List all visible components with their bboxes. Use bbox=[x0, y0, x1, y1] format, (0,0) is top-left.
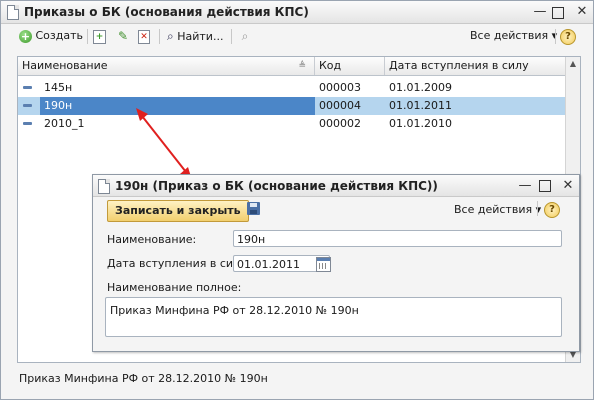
create-button[interactable]: + Создать bbox=[19, 27, 83, 45]
calendar-icon[interactable] bbox=[316, 257, 331, 272]
toolbar-separator bbox=[537, 201, 538, 216]
item-marker-icon bbox=[23, 122, 32, 125]
sort-icon: ≜ bbox=[298, 61, 306, 71]
copy-icon[interactable]: + bbox=[93, 30, 106, 44]
close-icon[interactable]: ✕ bbox=[560, 178, 576, 194]
item-marker-icon bbox=[23, 104, 32, 107]
cell-date: 01.01.2009 bbox=[389, 81, 452, 94]
cell-name: 190н bbox=[40, 97, 315, 115]
name-label: Наименование: bbox=[107, 233, 197, 246]
find-button-label: Найти... bbox=[177, 30, 224, 43]
delete-icon[interactable]: ✕ bbox=[138, 30, 150, 44]
save-and-close-button[interactable]: Записать и закрыть bbox=[107, 200, 249, 222]
help-icon: ? bbox=[544, 202, 560, 218]
cancel-search-icon[interactable]: ⌕ bbox=[237, 28, 253, 44]
help-button[interactable]: ? bbox=[544, 202, 560, 218]
column-header-name[interactable]: Наименование ≜ bbox=[18, 57, 315, 75]
column-header-date[interactable]: Дата вступления в силу bbox=[385, 57, 566, 75]
minimize-icon[interactable]: — bbox=[517, 178, 533, 194]
minimize-icon[interactable]: — bbox=[532, 4, 548, 20]
name-field[interactable]: 190н bbox=[233, 230, 562, 247]
toolbar-separator bbox=[231, 29, 232, 44]
full-name-field[interactable]: Приказ Минфина РФ от 28.12.2010 № 190н bbox=[105, 297, 562, 337]
cell-code: 000002 bbox=[319, 117, 361, 130]
all-actions-label: Все действия ▾ bbox=[470, 29, 558, 42]
all-actions-button[interactable]: Все действия ▾ bbox=[470, 27, 557, 45]
toolbar: + Создать + ✎ ✕ ⌕ Найти... ⌕ Все действи… bbox=[1, 24, 593, 48]
maximize-icon[interactable] bbox=[552, 7, 564, 19]
table-row[interactable]: 2010_1 000002 01.01.2010 bbox=[18, 115, 566, 133]
cell-name: 145н bbox=[44, 81, 73, 94]
cell-code: 000003 bbox=[319, 81, 361, 94]
add-icon: + bbox=[19, 29, 32, 43]
column-header-code[interactable]: Код bbox=[315, 57, 385, 75]
full-name-label: Наименование полное: bbox=[107, 281, 242, 294]
dialog-title: 190н (Приказ о БК (основание действия КП… bbox=[115, 179, 438, 193]
table-row[interactable]: 145н 000003 01.01.2009 bbox=[18, 79, 566, 97]
cell-date: 01.01.2010 bbox=[389, 117, 452, 130]
all-actions-button[interactable]: Все действия ▾ bbox=[454, 203, 541, 216]
table-header: Наименование ≜ Код Дата вступления в сил… bbox=[18, 57, 566, 76]
toolbar-separator bbox=[87, 29, 88, 44]
maximize-icon[interactable] bbox=[539, 180, 551, 192]
dialog-title-bar: 190н (Приказ о БК (основание действия КП… bbox=[93, 175, 579, 197]
document-icon bbox=[98, 179, 110, 194]
date-label: Дата вступления в силу: bbox=[107, 257, 251, 270]
close-icon[interactable]: ✕ bbox=[574, 4, 590, 20]
help-icon: ? bbox=[560, 29, 576, 45]
status-text: Приказ Минфина РФ от 28.12.2010 № 190н bbox=[19, 372, 268, 385]
title-bar: Приказы о БК (основания действия КПС) — … bbox=[1, 1, 593, 24]
item-marker-icon bbox=[23, 86, 32, 89]
create-button-label: Создать bbox=[35, 29, 84, 42]
document-icon bbox=[7, 5, 19, 20]
toolbar-separator bbox=[555, 29, 556, 44]
edit-icon[interactable]: ✎ bbox=[115, 28, 131, 44]
cell-code: 000004 bbox=[319, 99, 361, 112]
table-row-selected[interactable]: 190н 000004 01.01.2011 bbox=[18, 97, 566, 115]
scroll-up-icon[interactable]: ▲ bbox=[566, 57, 580, 71]
toolbar-separator bbox=[159, 29, 160, 44]
cell-name: 2010_1 bbox=[44, 117, 85, 130]
help-button[interactable]: ? bbox=[560, 27, 576, 45]
find-button[interactable]: ⌕ Найти... bbox=[167, 27, 223, 45]
save-icon[interactable] bbox=[247, 202, 260, 215]
order-dialog: 190н (Приказ о БК (основание действия КП… bbox=[92, 174, 580, 352]
window-title: Приказы о БК (основания действия КПС) bbox=[24, 5, 309, 19]
cell-date: 01.01.2011 bbox=[389, 99, 452, 112]
magnifier-icon: ⌕ bbox=[167, 29, 174, 43]
